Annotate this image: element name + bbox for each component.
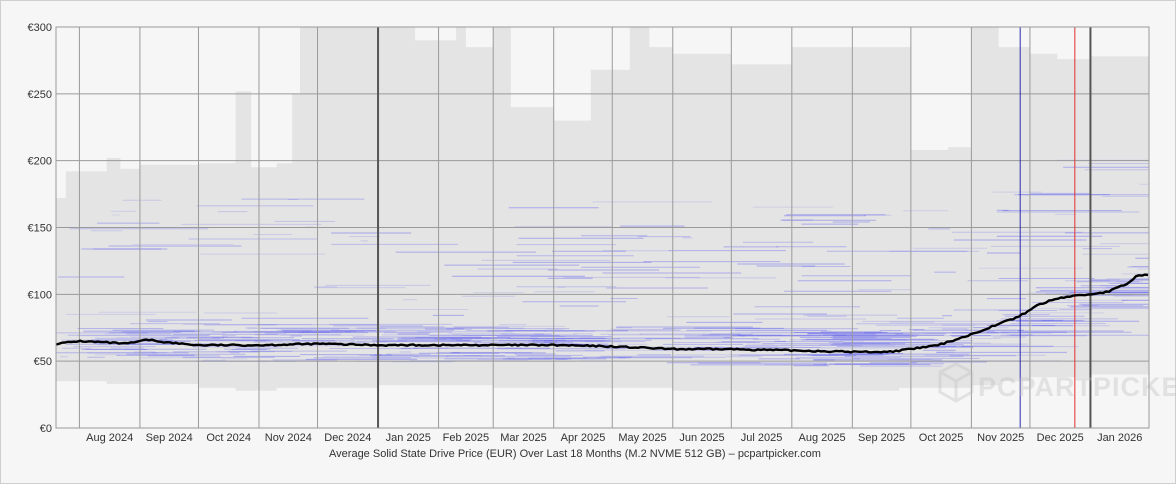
- y-tick-label: €50: [34, 356, 52, 368]
- x-tick-label: Jan 2025: [386, 432, 431, 444]
- y-tick-label: €100: [28, 289, 52, 301]
- y-tick-label: €250: [28, 89, 52, 101]
- y-tick-label: €0: [40, 423, 52, 435]
- y-tick-label: €150: [28, 223, 52, 235]
- x-tick-label: Aug 2024: [86, 432, 133, 444]
- x-tick-label: Dec 2025: [1037, 432, 1084, 444]
- x-tick-label: Aug 2025: [799, 432, 846, 444]
- x-tick-label: Jan 2026: [1097, 432, 1142, 444]
- x-tick-label: Sep 2025: [858, 432, 905, 444]
- chart-caption: Average Solid State Drive Price (EUR) Ov…: [329, 448, 821, 460]
- x-tick-label: Oct 2024: [206, 432, 251, 444]
- x-tick-label: Mar 2025: [500, 432, 546, 444]
- x-tick-label: Apr 2025: [561, 432, 606, 444]
- y-tick-label: €200: [28, 156, 52, 168]
- x-tick-label: Jun 2025: [679, 432, 724, 444]
- x-tick-label: Dec 2024: [324, 432, 371, 444]
- watermark-text: PCPARTPICKER: [978, 372, 1176, 402]
- x-tick-label: May 2025: [618, 432, 666, 444]
- price-history-chart: PCPARTPICKER €0 €50 €100 €150 €200 €250 €300 A…: [28, 22, 1176, 460]
- x-tick-label: Jul 2025: [741, 432, 783, 444]
- x-tick-label: Nov 2025: [977, 432, 1024, 444]
- y-tick-label: €300: [28, 22, 52, 34]
- x-tick-label: Nov 2024: [265, 432, 312, 444]
- y-axis-tick-labels: €0 €50 €100 €150 €200 €250 €300: [28, 22, 52, 435]
- x-tick-label: Oct 2025: [919, 432, 964, 444]
- x-tick-label: Feb 2025: [443, 432, 489, 444]
- x-tick-label: Sep 2024: [146, 432, 193, 444]
- x-axis-tick-labels: Aug 2024 Sep 2024 Oct 2024 Nov 2024 Dec 2024…: [86, 432, 1142, 444]
